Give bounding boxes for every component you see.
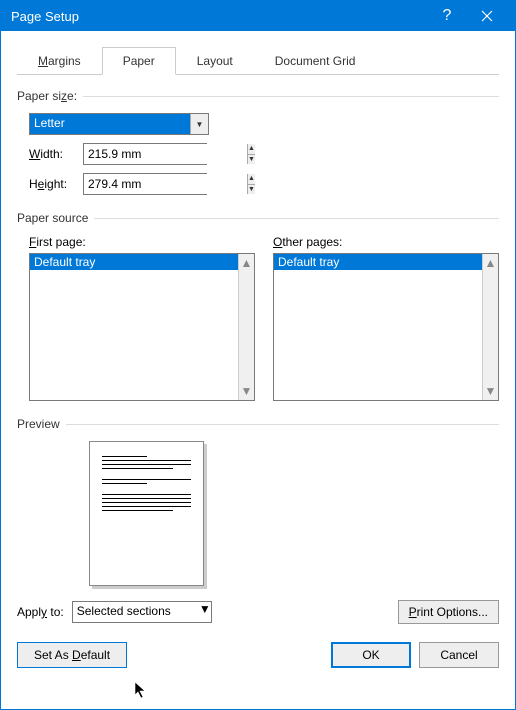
first-page-label: First page: [29, 235, 255, 249]
close-button[interactable] [467, 2, 507, 30]
other-pages-label: Other pages: [273, 235, 499, 249]
ok-button[interactable]: OK [331, 642, 411, 668]
first-page-item[interactable]: Default tray [30, 254, 238, 270]
height-label: Height: [29, 177, 83, 191]
close-icon [481, 10, 493, 22]
paper-size-group-label: Paper size: [17, 89, 499, 103]
width-label: Width: [29, 147, 83, 161]
height-spin-buttons[interactable]: ▲▼ [247, 174, 255, 194]
scrollbar[interactable]: ▲▼ [482, 254, 498, 400]
paper-source-group-label: Paper source [17, 211, 499, 225]
print-options-button[interactable]: Print Options... [398, 600, 499, 624]
tabs: Margins Paper Layout Document Grid [17, 45, 499, 75]
cursor-icon [134, 681, 148, 704]
set-as-default-button[interactable]: Set As Default [17, 642, 127, 668]
tab-paper[interactable]: Paper [102, 47, 176, 75]
tab-layout[interactable]: Layout [176, 47, 254, 75]
paper-size-combo[interactable]: Letter ▼ [29, 113, 209, 135]
other-pages-listbox[interactable]: Default tray ▲▼ [273, 253, 499, 401]
cancel-button[interactable]: Cancel [419, 642, 499, 668]
height-spinner[interactable]: ▲▼ [83, 173, 207, 195]
window-title: Page Setup [11, 9, 427, 24]
chevron-down-icon: ▼ [199, 602, 211, 622]
apply-to-value: Selected sections [73, 602, 199, 622]
apply-to-combo[interactable]: Selected sections ▼ [72, 601, 212, 623]
preview-thumbnail [89, 441, 204, 586]
apply-to-label: Apply to: [17, 605, 64, 619]
first-page-listbox[interactable]: Default tray ▲▼ [29, 253, 255, 401]
preview-group-label: Preview [17, 417, 499, 431]
other-pages-item[interactable]: Default tray [274, 254, 482, 270]
scrollbar[interactable]: ▲▼ [238, 254, 254, 400]
tab-margins[interactable]: Margins [17, 47, 102, 75]
title-bar: Page Setup ? [1, 1, 515, 31]
chevron-down-icon: ▼ [190, 114, 208, 134]
height-input[interactable] [84, 174, 247, 194]
width-spinner[interactable]: ▲▼ [83, 143, 207, 165]
paper-size-value: Letter [30, 114, 190, 134]
help-button[interactable]: ? [427, 2, 467, 30]
width-spin-buttons[interactable]: ▲▼ [247, 144, 255, 164]
tab-document-grid[interactable]: Document Grid [254, 47, 377, 75]
width-input[interactable] [84, 144, 247, 164]
